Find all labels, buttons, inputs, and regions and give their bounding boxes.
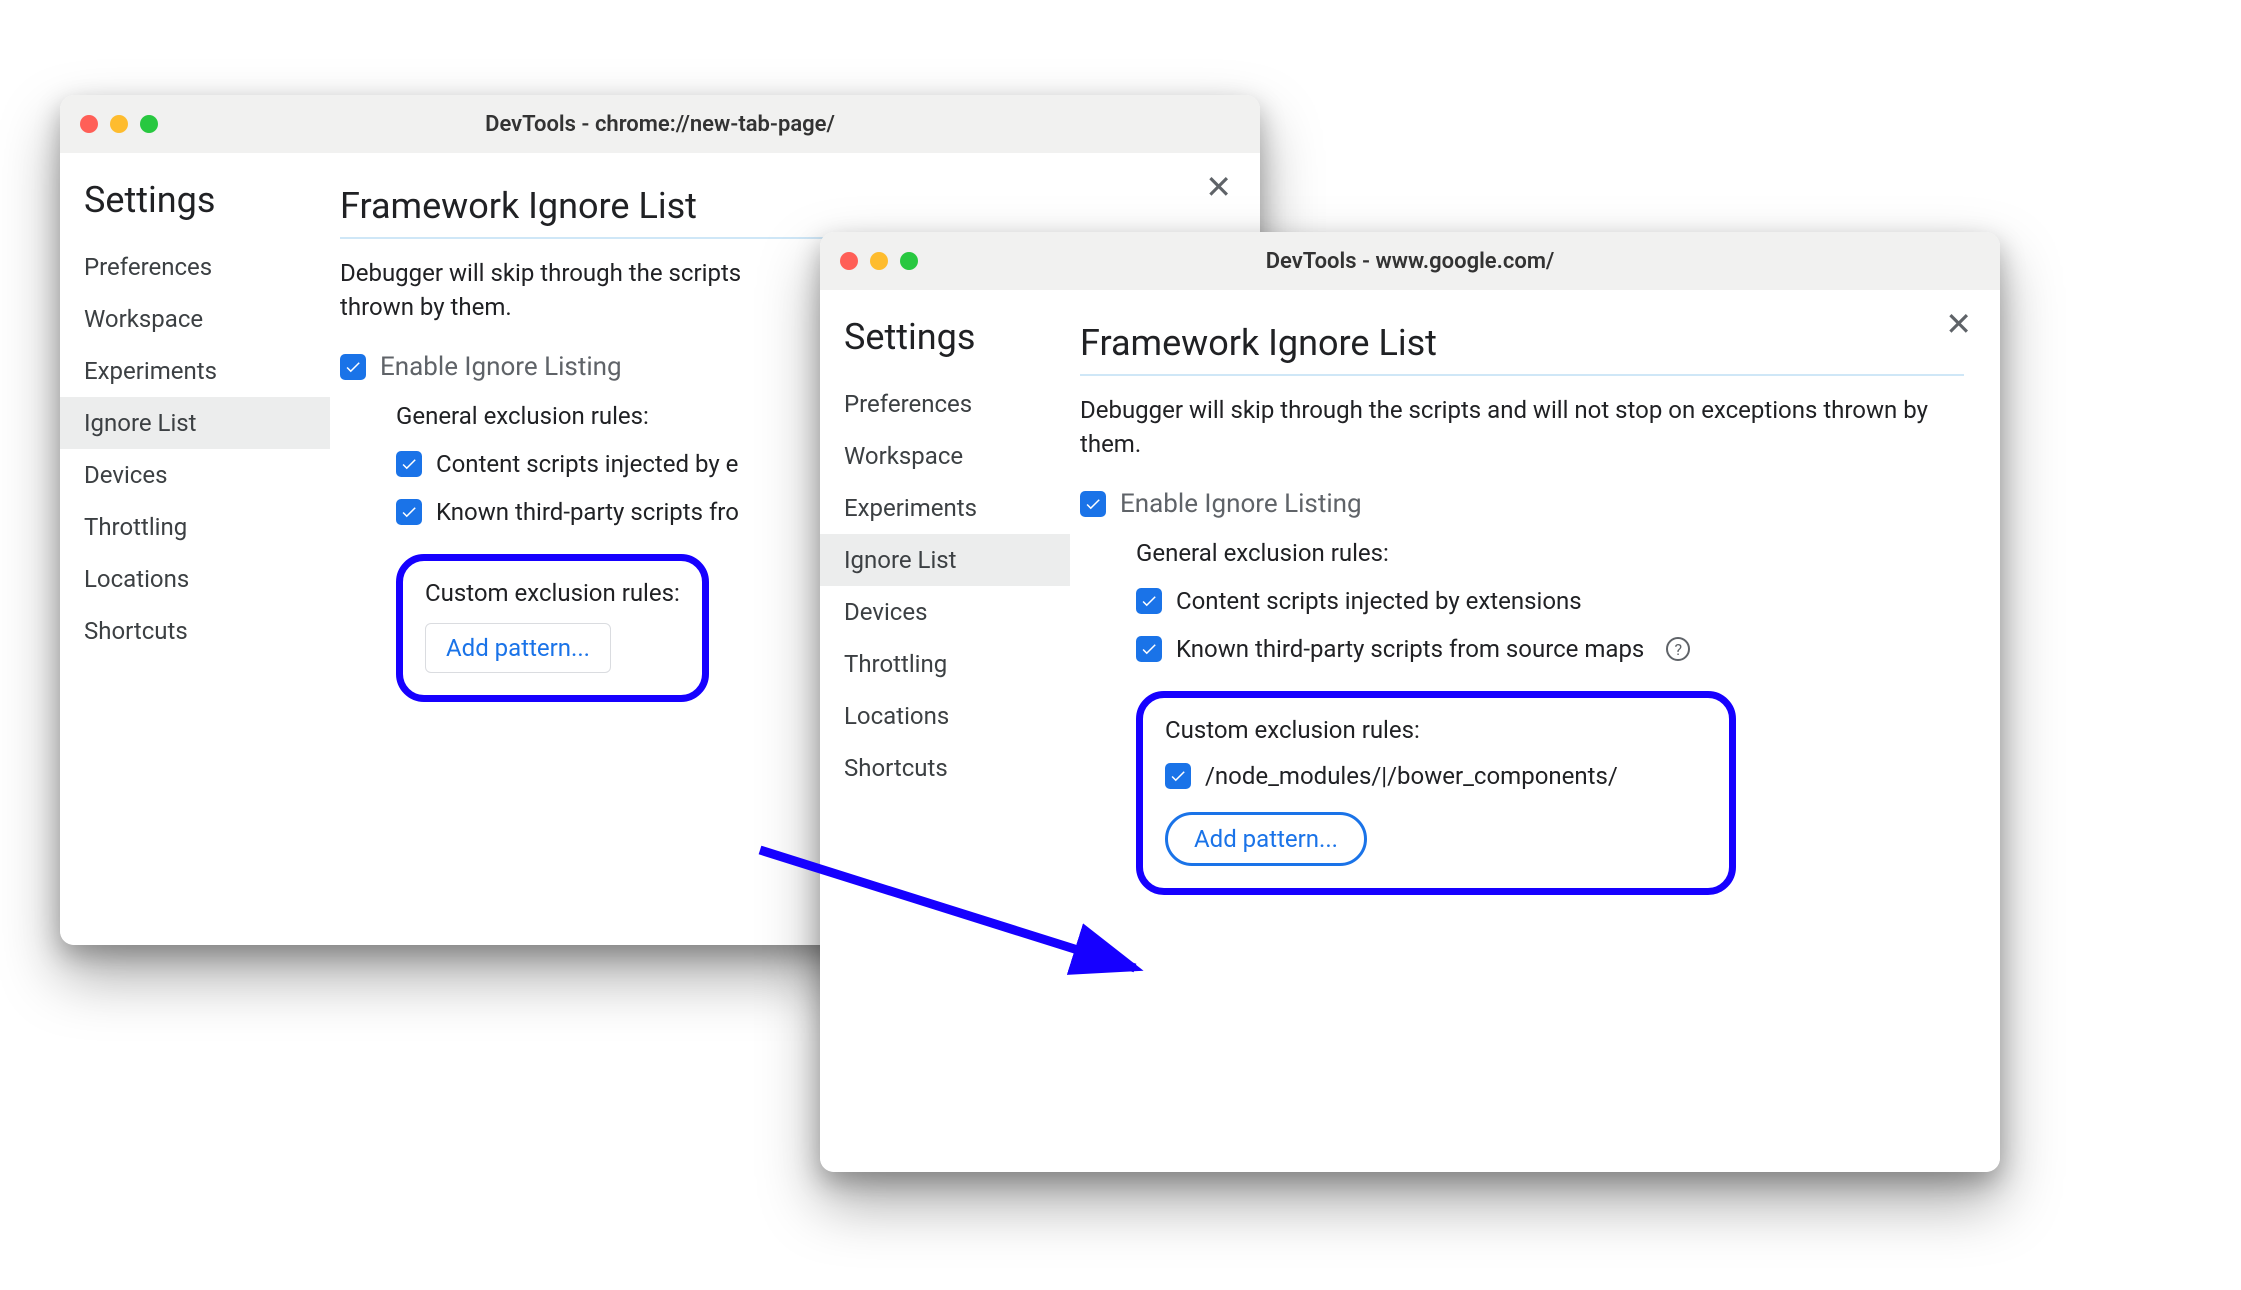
general-rules-heading: General exclusion rules:	[1136, 539, 1964, 567]
content-scripts-label: Content scripts injected by e	[436, 450, 738, 478]
sidebar-item-throttling[interactable]: Throttling	[820, 638, 1070, 690]
content-scripts-checkbox[interactable]	[396, 451, 422, 477]
custom-rules-callout: Custom exclusion rules: /node_modules/|/…	[1136, 691, 1736, 895]
add-pattern-button[interactable]: Add pattern...	[1165, 812, 1367, 866]
settings-sidebar: Settings Preferences Workspace Experimen…	[820, 290, 1070, 1172]
close-window-icon[interactable]	[80, 115, 98, 133]
custom-rules-heading: Custom exclusion rules:	[425, 579, 680, 607]
general-rules-section: General exclusion rules: Content scripts…	[1080, 539, 1964, 895]
sidebar-title: Settings	[60, 179, 330, 241]
close-icon[interactable]: ✕	[1205, 171, 1232, 203]
sidebar-item-devices[interactable]: Devices	[60, 449, 330, 501]
window-title: DevTools - www.google.com/	[820, 249, 2000, 274]
devtools-window-2: DevTools - www.google.com/ ✕ Settings Pr…	[820, 232, 2000, 1172]
third-party-checkbox[interactable]	[396, 499, 422, 525]
enable-ignore-label: Enable Ignore Listing	[380, 352, 622, 382]
description-text: Debugger will skip through the scripts a…	[1080, 394, 1964, 461]
sidebar-item-locations[interactable]: Locations	[60, 553, 330, 605]
titlebar: DevTools - www.google.com/	[820, 232, 2000, 290]
settings-sidebar: Settings Preferences Workspace Experimen…	[60, 153, 330, 945]
titlebar: DevTools - chrome://new-tab-page/	[60, 95, 1260, 153]
enable-ignore-label: Enable Ignore Listing	[1120, 489, 1362, 519]
third-party-checkbox[interactable]	[1136, 636, 1162, 662]
custom-rules-callout: Custom exclusion rules: Add pattern...	[396, 554, 709, 702]
maximize-window-icon[interactable]	[140, 115, 158, 133]
sidebar-title: Settings	[820, 316, 1070, 378]
sidebar-item-preferences[interactable]: Preferences	[60, 241, 330, 293]
pattern-row: /node_modules/|/bower_components/	[1165, 762, 1707, 790]
window-title: DevTools - chrome://new-tab-page/	[60, 112, 1260, 137]
sidebar-item-shortcuts[interactable]: Shortcuts	[60, 605, 330, 657]
custom-rules-heading: Custom exclusion rules:	[1165, 716, 1707, 744]
enable-ignore-row: Enable Ignore Listing	[1080, 489, 1964, 519]
content-scripts-checkbox[interactable]	[1136, 588, 1162, 614]
pattern-value: /node_modules/|/bower_components/	[1205, 762, 1618, 790]
sidebar-item-ignore-list[interactable]: Ignore List	[60, 397, 330, 449]
sidebar-item-workspace[interactable]: Workspace	[60, 293, 330, 345]
third-party-row: Known third-party scripts from source ma…	[1136, 635, 1964, 663]
traffic-lights	[840, 252, 918, 270]
sidebar-item-experiments[interactable]: Experiments	[60, 345, 330, 397]
enable-ignore-checkbox[interactable]	[340, 354, 366, 380]
minimize-window-icon[interactable]	[870, 252, 888, 270]
pattern-checkbox[interactable]	[1165, 763, 1191, 789]
content-scripts-label: Content scripts injected by extensions	[1176, 587, 1582, 615]
page-title: Framework Ignore List	[340, 185, 1224, 239]
third-party-label: Known third-party scripts fro	[436, 498, 739, 526]
maximize-window-icon[interactable]	[900, 252, 918, 270]
sidebar-item-devices[interactable]: Devices	[820, 586, 1070, 638]
sidebar-item-shortcuts[interactable]: Shortcuts	[820, 742, 1070, 794]
enable-ignore-checkbox[interactable]	[1080, 491, 1106, 517]
sidebar-item-preferences[interactable]: Preferences	[820, 378, 1070, 430]
traffic-lights	[80, 115, 158, 133]
settings-main: Framework Ignore List Debugger will skip…	[1070, 290, 2000, 1172]
help-icon[interactable]: ?	[1666, 637, 1690, 661]
settings-body: ✕ Settings Preferences Workspace Experim…	[820, 290, 2000, 1172]
sidebar-item-ignore-list[interactable]: Ignore List	[820, 534, 1070, 586]
minimize-window-icon[interactable]	[110, 115, 128, 133]
sidebar-item-workspace[interactable]: Workspace	[820, 430, 1070, 482]
sidebar-item-throttling[interactable]: Throttling	[60, 501, 330, 553]
third-party-label: Known third-party scripts from source ma…	[1176, 635, 1644, 663]
content-scripts-row: Content scripts injected by extensions	[1136, 587, 1964, 615]
close-window-icon[interactable]	[840, 252, 858, 270]
page-title: Framework Ignore List	[1080, 322, 1964, 376]
close-icon[interactable]: ✕	[1945, 308, 1972, 340]
add-pattern-button[interactable]: Add pattern...	[425, 623, 611, 673]
sidebar-item-experiments[interactable]: Experiments	[820, 482, 1070, 534]
sidebar-item-locations[interactable]: Locations	[820, 690, 1070, 742]
